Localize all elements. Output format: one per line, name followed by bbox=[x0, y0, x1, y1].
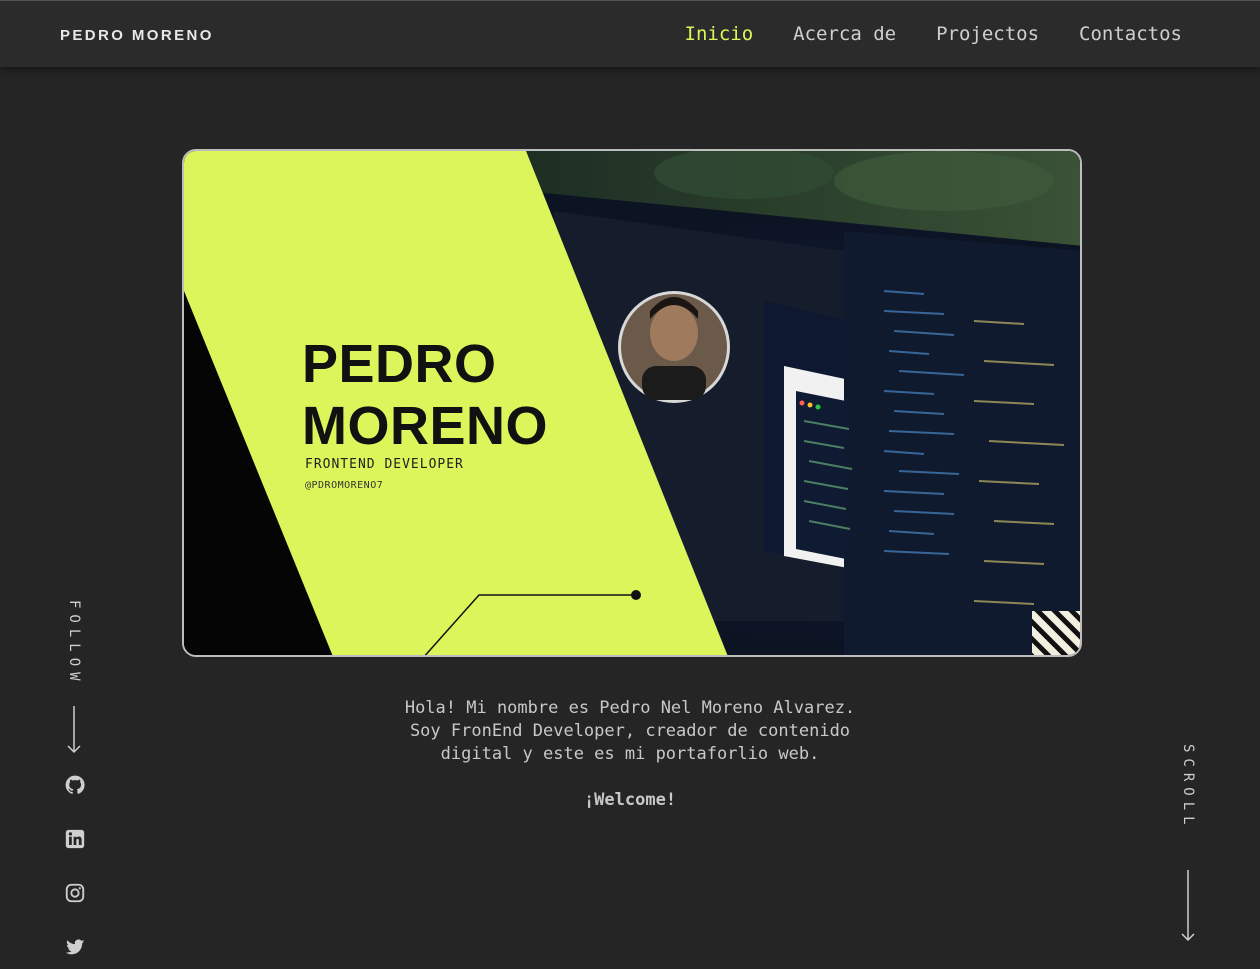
nav-link-contactos[interactable]: Contactos bbox=[1079, 23, 1182, 45]
hero-name: PEDRO MORENO bbox=[302, 333, 548, 457]
site-header: PEDRO MORENO Inicio Acerca de Projectos … bbox=[0, 0, 1260, 67]
down-arrow-icon bbox=[67, 706, 81, 754]
intro-line: digital y este es mi portaforlio web. bbox=[440, 744, 820, 764]
nav-link-acerca[interactable]: Acerca de bbox=[793, 23, 896, 45]
follow-label: FOLLOW bbox=[66, 600, 82, 687]
intro-line: Soy FronEnd Developer, creador de conten… bbox=[409, 721, 851, 741]
hero-name-line1: PEDRO bbox=[302, 334, 497, 394]
nav-link-projectos[interactable]: Projectos bbox=[936, 23, 1039, 45]
intro-line: Hola! Mi nombre es Pedro Nel Moreno Alva… bbox=[404, 698, 856, 718]
hero-name-line2: MORENO bbox=[302, 396, 548, 456]
welcome-text: ¡Welcome! bbox=[583, 790, 677, 810]
intro-text: Hola! Mi nombre es Pedro Nel Moreno Alva… bbox=[330, 697, 930, 766]
hero-banner: PEDRO MORENO FRONTEND DEVELOPER @PDROMOR… bbox=[182, 149, 1082, 657]
nav-link-inicio[interactable]: Inicio bbox=[685, 23, 754, 45]
main-nav: Inicio Acerca de Projectos Contactos bbox=[685, 23, 1183, 45]
scroll-label: SCROLL bbox=[1180, 744, 1196, 831]
site-brand[interactable]: PEDRO MORENO bbox=[60, 27, 214, 44]
instagram-icon[interactable] bbox=[64, 882, 86, 904]
hero-handle: @PDROMORENO7 bbox=[305, 480, 384, 491]
hero-role: FRONTEND DEVELOPER bbox=[305, 457, 464, 472]
github-icon[interactable] bbox=[64, 774, 86, 796]
twitter-icon[interactable] bbox=[64, 936, 86, 958]
linkedin-icon[interactable] bbox=[64, 828, 86, 850]
scroll-down-arrow-icon[interactable] bbox=[1180, 870, 1196, 942]
